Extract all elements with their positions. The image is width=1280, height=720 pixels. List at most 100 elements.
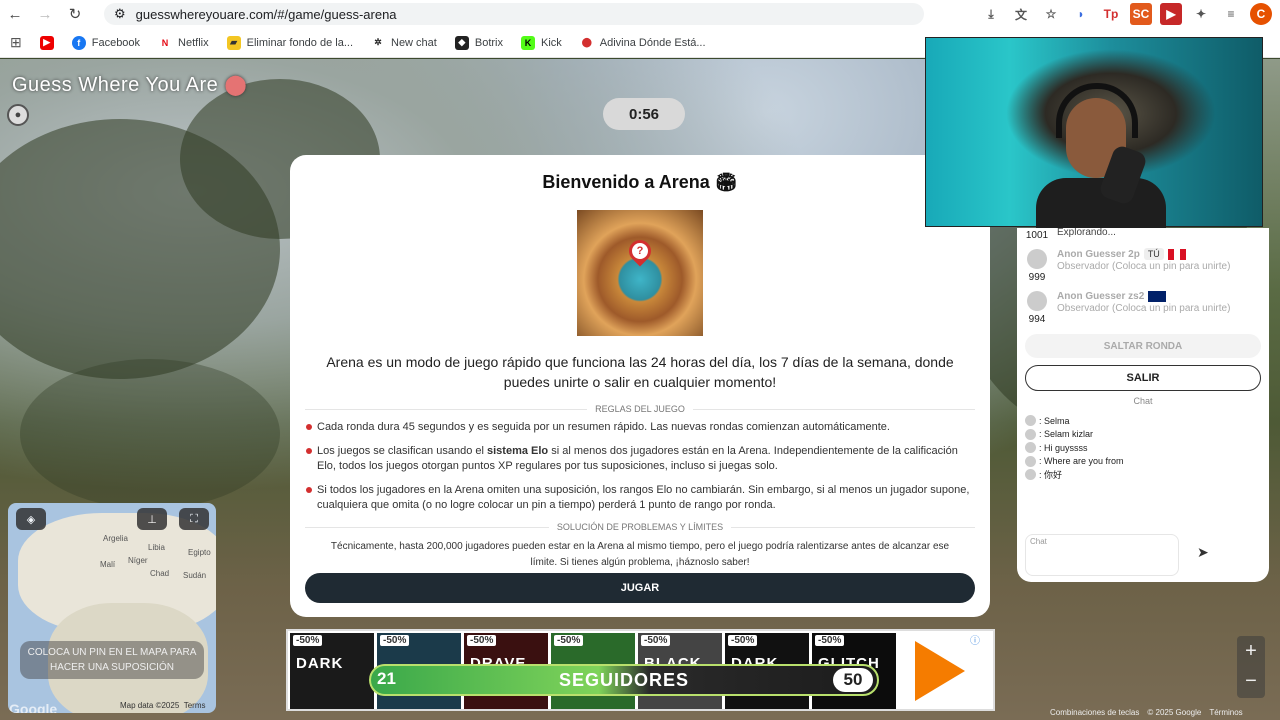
profile-avatar[interactable]: C [1250,3,1272,25]
chat-avatar [1025,455,1036,467]
chat-message: : 你好 [1025,468,1261,482]
url-text: guesswhereyouare.com/#/game/guess-arena [135,6,397,22]
play-button[interactable]: JUGAR [305,573,975,603]
player-row[interactable]: 999 Anon Guesser 2p TÚ Observador (Coloca… [1025,248,1261,283]
reload-icon[interactable]: ↻ [60,0,90,28]
facebook-icon: f [71,35,86,50]
player-score: 994 [1028,314,1046,325]
chat-message: : Selam kizlar [1025,428,1261,442]
player-score: 999 [1028,272,1046,283]
user-avatar-icon[interactable]: ● [7,104,29,126]
copyright-text: © 2025 Google [1147,708,1202,717]
zoom-out-icon[interactable]: − [1237,666,1265,696]
forward-icon[interactable]: → [30,0,60,28]
zoom-in-icon[interactable]: + [1237,636,1265,666]
followers-label: SEGUIDORES [558,670,690,690]
map-attribution: Map data ©2025 Terms [120,701,206,710]
map-label: Egipto [188,548,211,557]
bookmark-remove-bg[interactable]: ▰ Eliminar fondo de la... [226,35,353,50]
google-logo: Google [9,701,58,713]
ad-banner[interactable]: -50%DARK -50% -50%DRAVE -50% -50%BLACK -… [286,629,995,711]
url-bar[interactable]: ⚙ guesswhereyouare.com/#/game/guess-aren… [104,3,924,25]
leave-button[interactable]: SALIR [1025,365,1261,391]
ad-info-icon[interactable]: ⓘ [970,632,980,647]
trouble-text: Técnicamente, hasta 200,000 jugadores pu… [330,541,950,568]
game-title: Guess Where You Are ⬤ [12,74,248,96]
player-avatar [1027,249,1047,269]
bookmark-kick[interactable]: K Kick [520,35,562,50]
ad-tile[interactable]: -50%DARK [290,633,374,709]
extension-icon[interactable]: SC [1130,3,1152,25]
player-status: Observador (Coloca un pin para unirte) [1057,303,1231,315]
openai-icon: ✲ [371,35,385,50]
chat-message: : Where are you from [1025,455,1261,469]
site-info-icon[interactable]: ⚙ [114,6,126,22]
play-logo-icon [900,635,980,707]
install-icon[interactable]: ⤓ [980,3,1002,25]
peru-flag-icon [1167,249,1186,260]
puzzle-icon[interactable]: ✦ [1190,3,1212,25]
bookmark-new-chat[interactable]: ✲ New chat [371,35,437,50]
chat-avatar [1025,442,1036,454]
rule-item: Los juegos se clasifican usando el siste… [305,444,975,474]
extension-icon[interactable]: ▶ [1160,3,1182,25]
chat-avatar [1025,415,1036,427]
headphones [1056,83,1138,138]
chat-input[interactable]: Chat [1025,534,1179,576]
map-label: Libia [148,543,165,552]
map-label: Argelia [103,534,128,543]
rule-item: Cada ronda dura 45 segundos y es seguida… [305,420,975,435]
map-label: Chad [150,569,170,578]
chat-message: : Hi guyssss [1025,441,1261,455]
webcam-overlay [925,37,1263,228]
place-pin-hint: COLOCA UN PIN EN EL MAPA PARA HACER UNA … [20,641,204,679]
send-icon[interactable]: ➤ [1197,544,1209,561]
youtube-icon[interactable]: ▶ [39,35,54,50]
bookmark-botrix[interactable]: ◆ Botrix [454,35,503,50]
pin-map-icon[interactable]: ⊥ [137,508,167,530]
netflix-icon: N [158,35,173,50]
map-label: Sudán [183,571,207,580]
bookmark-adivina[interactable]: ⬤ Adivina Dónde Está... [579,35,706,50]
chat-avatar [1025,428,1036,440]
skip-round-button[interactable]: SALTAR RONDA [1025,334,1261,358]
terms-link[interactable]: Términos [1209,708,1242,717]
screen: ← → ↻ ⚙ guesswhereyouare.com/#/game/gues… [0,0,1280,720]
toolbar-icons: ⤓ 文 ☆ ◗ Tp SC ▶ ✦ ≡ C [980,3,1272,25]
player-name: Anon Guesser 2p [1057,249,1140,261]
modal-intro: Arena es un modo de juego rápido que fun… [326,354,954,390]
botrix-icon: ◆ [454,35,469,50]
bookmark-star-icon[interactable]: ☆ [1040,3,1062,25]
followers-goal: 50 [833,668,873,692]
map-pin-icon: ⬤ [579,35,594,50]
back-icon[interactable]: ← [0,0,30,28]
map-footer: Combinaciones de teclas © 2025 Google Té… [1050,708,1243,717]
keyboard-shortcuts-link[interactable]: Combinaciones de teclas [1050,708,1139,717]
chat-message: : Selma [1025,414,1261,428]
you-badge: TÚ [1143,248,1164,261]
map-label: Malí [100,560,116,569]
layers-icon[interactable]: ◈ [16,508,46,530]
apps-grid-icon[interactable]: ⊞ [10,34,22,51]
removebg-icon: ▰ [226,35,241,50]
player-status: Observador (Coloca un pin para unirte) [1057,261,1231,273]
bookmark-netflix[interactable]: N Netflix [158,35,209,50]
media-icon[interactable]: ≡ [1220,3,1242,25]
rule-item: Si todos los jugadores en la Arena omite… [305,483,975,513]
chat-avatar [1025,469,1036,481]
arena-stadium-icon: 🏟 [714,172,738,192]
map-label: Níger [128,556,148,565]
player-row[interactable]: 1001 Explorando... [1025,226,1261,241]
minimap[interactable]: Argelia Libia Egipto Malí Níger Chad Sud… [8,503,216,713]
expand-map-icon[interactable]: ⛶ [179,508,209,530]
extension-icon[interactable]: ◗ [1070,3,1092,25]
trouble-header: SOLUCIÓN DE PROBLEMAS Y LÍMITES [305,522,975,532]
player-row[interactable]: 994 Anon Guesser zs2 Observador (Coloca … [1025,291,1261,325]
extension-icon[interactable]: Tp [1100,3,1122,25]
player-score: 1001 [1025,230,1049,241]
arena-side-panel: 1001 Explorando... 999 Anon Guesser 2p TÚ… [1017,226,1269,582]
australia-flag-icon [1148,291,1167,302]
bookmark-facebook[interactable]: f Facebook [71,35,140,50]
translate-icon[interactable]: 文 [1010,3,1032,25]
round-timer: 0:56 [603,98,685,130]
